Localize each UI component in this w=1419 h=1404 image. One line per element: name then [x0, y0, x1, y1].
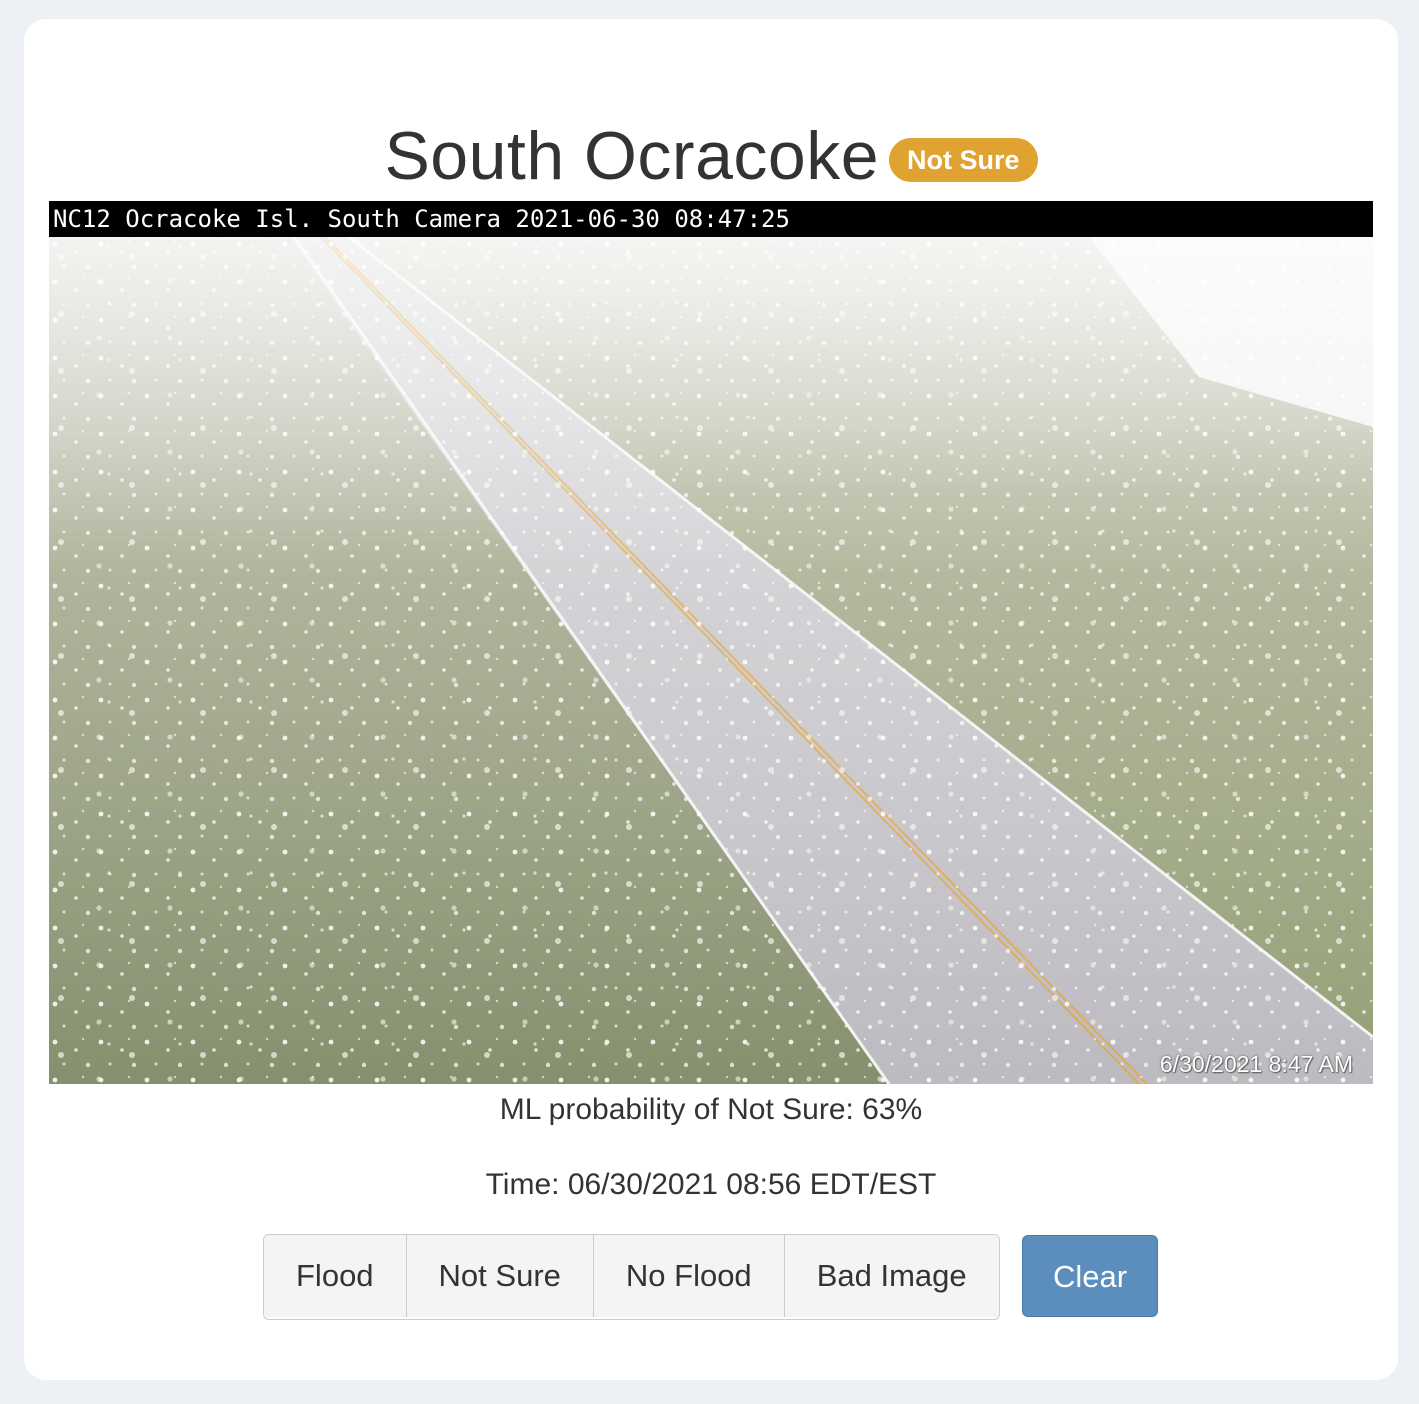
no-flood-button[interactable]: No Flood: [593, 1235, 785, 1317]
status-badge: Not Sure: [889, 138, 1038, 182]
card: South Ocracoke Not Sure NC12 Ocracoke Isl…: [24, 19, 1398, 1380]
flood-button[interactable]: Flood: [264, 1235, 407, 1317]
label-button-group: Flood Not Sure No Flood Bad Image: [263, 1234, 1000, 1320]
page-title: South Ocracoke: [384, 118, 880, 194]
title-row: South Ocracoke Not Sure: [24, 111, 1398, 201]
camera-header: NC12 Ocracoke Isl. South Camera 2021-06-…: [49, 201, 1373, 237]
camera-timestamp: 6/30/2021 8:47 AM: [1159, 1051, 1353, 1077]
clear-button[interactable]: Clear: [1022, 1235, 1158, 1317]
bad-image-button[interactable]: Bad Image: [784, 1235, 999, 1317]
not-sure-button[interactable]: Not Sure: [406, 1235, 594, 1317]
capture-time: Time: 06/30/2021 08:56 EDT/EST: [485, 1168, 937, 1201]
camera-scene: [49, 237, 1373, 1084]
ml-probability: ML probability of Not Sure: 63%: [499, 1093, 923, 1126]
camera-image: NC12 Ocracoke Isl. South Camera 2021-06-…: [49, 201, 1373, 1084]
